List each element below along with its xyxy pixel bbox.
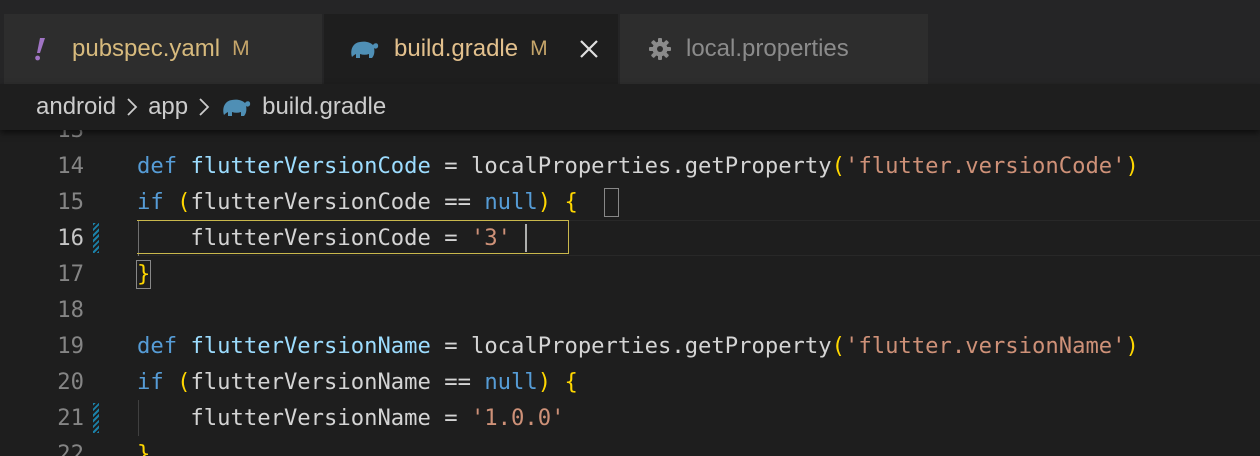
code-token: null [484,189,538,215]
elephant-icon [348,37,380,61]
code-token: flutterVersionCode == [190,189,485,215]
code-line: 21 flutterVersionName = '1.0.0' [0,400,1260,436]
code-text: def flutterVersionCode = localProperties… [137,148,1139,184]
bracket-pair-highlight [137,220,569,254]
code-token: ( [177,189,191,215]
code-token: null [484,369,538,395]
code-token: ( [831,153,845,179]
line-number: 18 [57,297,84,323]
chevron-right-icon [198,97,210,117]
tab-label-build-gradle: build.gradle [394,35,519,62]
breadcrumb-item-build-gradle[interactable]: build.gradle [262,93,386,121]
code-text: def flutterVersionName = localProperties… [137,328,1139,364]
modified-line-gutter-indicator[interactable] [93,403,99,433]
code-token: ( [831,333,845,359]
code-line: 14 def flutterVersionCode = localProperti… [0,148,1260,184]
tab-bar: pubspec.yaml M build.gradle M local.prop… [0,0,1260,84]
bracket-match-box [603,188,620,217]
close-icon[interactable] [578,38,600,60]
code-token: if [137,369,164,395]
code-text: } [137,436,150,456]
chevron-right-icon [126,97,138,117]
code-token: ) [1125,153,1139,179]
code-line: 18 [0,292,1260,328]
line-number: 19 [57,333,84,359]
code-line: 19 def flutterVersionName = localProperti… [0,328,1260,364]
exclamation-icon [34,36,48,62]
line-number: 17 [57,261,84,287]
modified-line-gutter-indicator[interactable] [93,223,99,253]
line-number: 20 [57,369,84,395]
code-token: if [137,189,164,215]
code-token: flutterVersionName == [190,369,485,395]
code-line: 17} [0,256,1260,292]
code-token: ) [1125,333,1139,359]
breadcrumb-item-android[interactable]: android [36,93,116,121]
tab-modified-indicator: M [232,37,250,60]
code-text: if (flutterVersionCode == null) { [137,184,578,220]
code-token: ) [537,189,552,215]
code-token: = localProperties.getProperty [430,153,832,179]
code-line: 13 [0,130,1260,148]
code-line: 22} [0,436,1260,456]
code-token: ( [177,369,191,395]
code-token: def [137,333,178,359]
bracket-match-box [136,260,152,289]
code-token: def [137,153,178,179]
elephant-icon [220,95,252,119]
code-token: flutterVersionCode [190,153,431,179]
code-editor[interactable]: 13 14 def flutterVersionCode = localPrope… [0,130,1260,456]
code-token: } [137,441,151,456]
code-line: 15 if (flutterVersionCode == null) { [0,184,1260,220]
breadcrumb: android app build.gradle [0,84,1260,130]
code-token: 'flutter.versionName' [845,333,1126,359]
line-number: 22 [57,441,84,456]
line-number: 15 [57,189,84,215]
code-token: = localProperties.getProperty [430,333,832,359]
code-token: { [564,189,578,215]
line-number: 16 [57,225,84,251]
line-number: 14 [57,153,84,179]
tab-label-pubspec-yaml: pubspec.yaml [72,35,221,62]
code-token: '1.0.0' [470,405,565,431]
gear-icon [648,37,672,61]
line-number: 21 [57,405,84,431]
code-token: { [564,369,578,395]
code-text: flutterVersionName = '1.0.0' [137,400,564,436]
code-token: ) [537,369,552,395]
line-number: 13 [57,130,84,143]
tab-build-gradle[interactable]: build.gradle M [324,14,618,84]
tab-modified-indicator: M [530,37,548,60]
code-token: flutterVersionName [190,333,431,359]
indent-guide [138,400,139,436]
tab-local-properties[interactable]: local.properties [620,14,928,84]
code-token: 'flutter.versionCode' [845,153,1126,179]
code-token: flutterVersionName = [137,405,471,431]
tab-label-local-properties: local.properties [686,35,849,62]
code-text: if (flutterVersionName == null) { [137,364,578,400]
breadcrumb-item-app[interactable]: app [148,93,188,121]
text-caret [524,224,527,252]
code-line: 20 if (flutterVersionName == null) { [0,364,1260,400]
tab-pubspec-yaml[interactable]: pubspec.yaml M [4,14,322,84]
